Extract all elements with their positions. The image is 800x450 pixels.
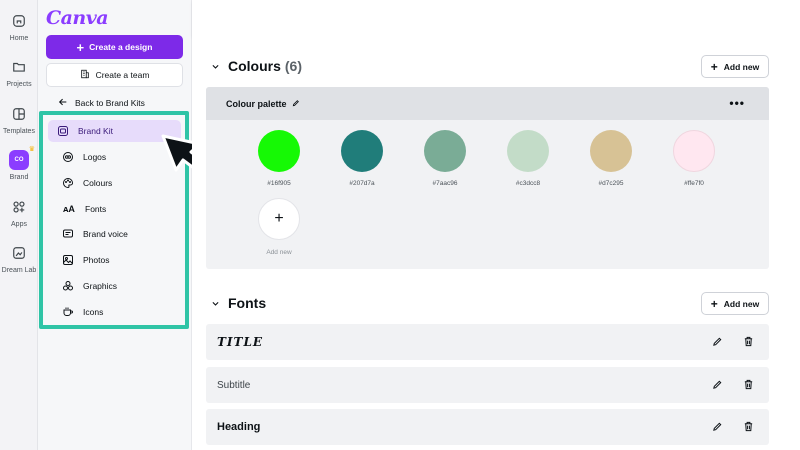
colours-title: Colours: [228, 58, 281, 74]
colour-swatch[interactable]: [507, 130, 549, 172]
rail-item-projects[interactable]: Projects: [0, 57, 38, 88]
nav-label-icons: Icons: [83, 307, 104, 317]
edit-pencil-icon[interactable]: [711, 378, 724, 391]
colours-count: (6): [284, 58, 303, 74]
trash-icon[interactable]: [742, 420, 755, 433]
colour-swatch[interactable]: [424, 130, 466, 172]
create-design-label: Create a design: [89, 42, 153, 52]
brand-voice-icon: [62, 228, 74, 240]
apps-icon: [9, 197, 29, 217]
fonts-icon: ᴀA: [63, 204, 75, 214]
nav-label-logos: Logos: [83, 152, 107, 162]
swatch-hex-label: #7aac96: [432, 180, 458, 187]
icons-icon: [62, 306, 74, 318]
add-colour-label: Add new: [723, 61, 760, 72]
rail-item-templates[interactable]: Templates: [0, 104, 38, 135]
more-options-icon[interactable]: •••: [729, 96, 745, 110]
nav-label-brand-voice: Brand voice: [83, 229, 128, 239]
add-swatch-button[interactable]: +: [258, 198, 300, 240]
swatch-hex-label: #c3dcc8: [515, 180, 541, 187]
colour-swatch[interactable]: [258, 130, 300, 172]
back-to-brand-kits-link[interactable]: Back to Brand Kits: [58, 97, 145, 109]
canva-logo[interactable]: Canva: [46, 7, 109, 29]
palette-name[interactable]: Colour palette: [226, 99, 287, 109]
nav-item-fonts[interactable]: ᴀA Fonts: [53, 198, 181, 220]
pencil-icon[interactable]: [292, 99, 300, 109]
crown-icon: ♛: [28, 146, 35, 153]
rail-item-dream-lab[interactable]: Dream Lab: [0, 243, 38, 274]
nav-label-colours: Colours: [83, 178, 113, 188]
edit-pencil-icon[interactable]: [711, 335, 724, 348]
building-icon: [80, 69, 90, 81]
top-bar: [192, 0, 800, 36]
colour-swatch[interactable]: [341, 130, 383, 172]
nav-label-brand-kit: Brand Kit: [78, 126, 113, 136]
rail-label-brand: Brand: [9, 174, 29, 181]
dream-lab-icon: [9, 243, 29, 263]
nav-item-photos[interactable]: Photos: [53, 249, 181, 271]
photos-icon: [62, 254, 74, 266]
logos-icon: [62, 151, 74, 163]
palette-icon: [62, 177, 74, 189]
swatch-hex-label: #d7c295: [598, 180, 624, 187]
rail-item-apps[interactable]: Apps: [0, 197, 38, 228]
plus-icon: +: [710, 296, 718, 311]
fonts-section-header[interactable]: Fonts: [211, 295, 266, 311]
nav-item-brand-voice[interactable]: Brand voice: [53, 223, 181, 245]
add-colour-button[interactable]: + Add new: [701, 55, 769, 78]
swatch-hex-label: #207d7a: [349, 180, 375, 187]
add-font-label: Add new: [723, 298, 760, 309]
plus-icon: +: [274, 210, 284, 227]
font-row-label: TITLE: [217, 335, 264, 349]
brand-kit-icon: [57, 125, 69, 137]
fonts-title: Fonts: [228, 295, 267, 311]
swatch-hex-label: #16f905: [267, 180, 291, 187]
swatch-hex-label: #ffe7f0: [684, 180, 704, 187]
font-row-title[interactable]: TITLE: [206, 324, 769, 360]
rail-item-home[interactable]: Home: [0, 11, 38, 42]
colour-swatch[interactable]: [673, 130, 715, 172]
font-row-label: Heading: [217, 421, 261, 433]
plus-icon: +: [76, 39, 85, 55]
chevron-down-icon: [211, 58, 220, 74]
nav-label-photos: Photos: [83, 255, 110, 265]
edit-pencil-icon[interactable]: [711, 420, 724, 433]
colour-palette-card: Colour palette •••: [206, 87, 769, 269]
nav-item-graphics[interactable]: Graphics: [53, 275, 181, 297]
font-row-subtitle[interactable]: Subtitle: [206, 367, 769, 403]
font-row-heading[interactable]: Heading: [206, 409, 769, 445]
rail-label-apps: Apps: [11, 221, 27, 228]
create-team-button[interactable]: Create a team: [46, 63, 183, 87]
add-swatch-label: Add new: [266, 249, 292, 256]
rail-label-dream-lab: Dream Lab: [1, 267, 37, 274]
rail-label-templates: Templates: [3, 128, 35, 135]
brand-icon: CO ♛: [9, 146, 35, 170]
left-rail: Home Projects Templates CO ♛ Brand Apps …: [0, 0, 38, 450]
graphics-icon: [62, 280, 74, 292]
colours-section-header[interactable]: Colours (6): [211, 58, 302, 74]
create-team-label: Create a team: [95, 70, 150, 80]
create-design-button[interactable]: + Create a design: [46, 35, 183, 59]
folder-icon: [9, 57, 29, 77]
trash-icon[interactable]: [742, 335, 755, 348]
add-font-button[interactable]: + Add new: [701, 292, 769, 315]
rail-label-home: Home: [9, 35, 29, 42]
colour-swatch[interactable]: [590, 130, 632, 172]
rail-item-brand[interactable]: CO ♛ Brand: [0, 146, 38, 181]
font-row-label: Subtitle: [217, 379, 251, 391]
brand-badge-text: CO: [14, 157, 24, 163]
arrow-left-icon: [58, 97, 68, 109]
nav-label-graphics: Graphics: [83, 281, 118, 291]
templates-icon: [9, 104, 29, 124]
back-link-label: Back to Brand Kits: [75, 98, 145, 108]
chevron-down-icon: [211, 295, 220, 311]
palette-header: Colour palette: [206, 87, 769, 120]
trash-icon[interactable]: [742, 378, 755, 391]
plus-icon: +: [710, 59, 718, 74]
nav-label-fonts: Fonts: [85, 204, 107, 214]
nav-item-icons[interactable]: Icons: [53, 301, 181, 323]
rail-label-projects: Projects: [6, 81, 32, 88]
home-icon: [9, 11, 29, 31]
